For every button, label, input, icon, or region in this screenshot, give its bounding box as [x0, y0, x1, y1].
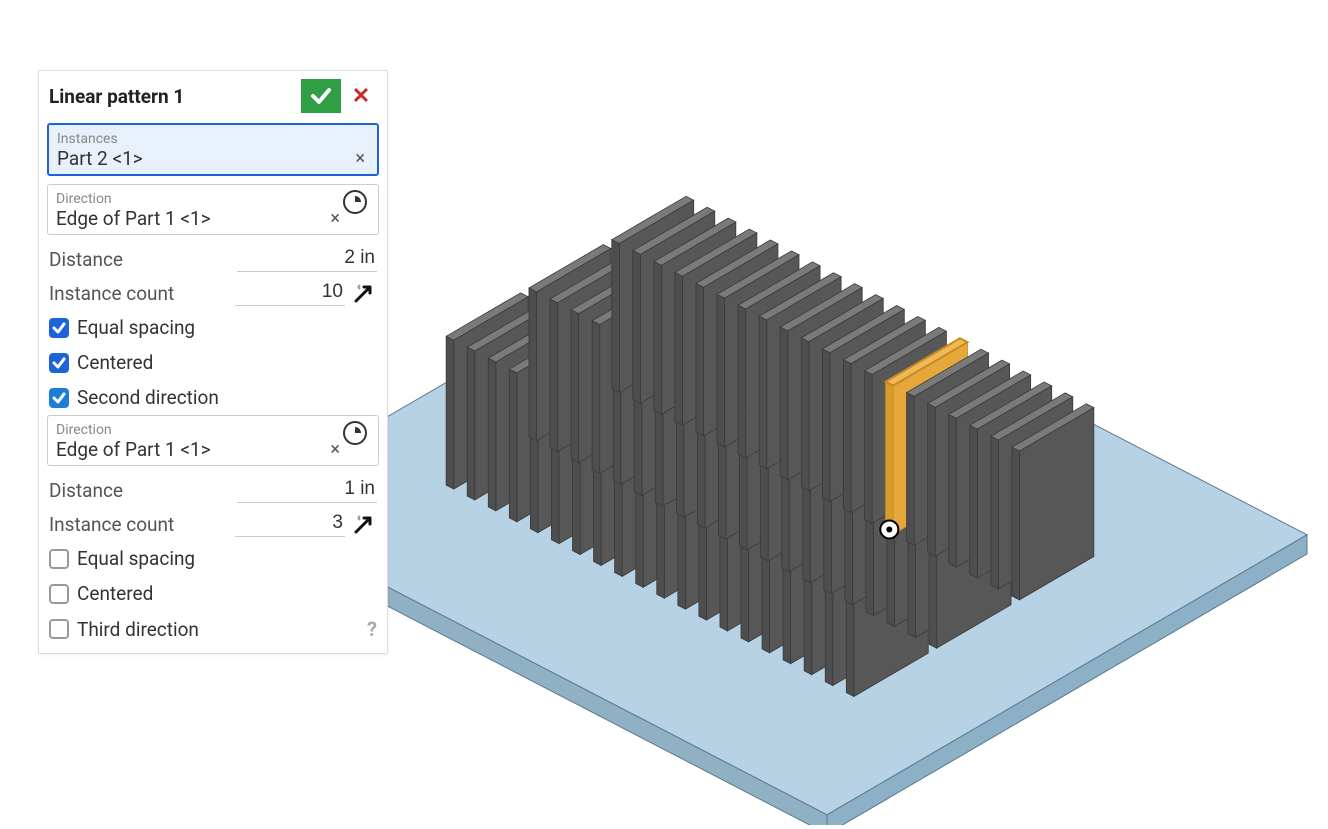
second-direction-row: Second direction	[39, 380, 387, 415]
distance1-row: Distance	[39, 243, 387, 276]
direction1-selection[interactable]: Direction Edge of Part 1 <1> ×	[47, 184, 379, 235]
centered2-label: Centered	[77, 582, 153, 605]
fin-face[interactable]	[509, 369, 517, 522]
model-scene	[233, 196, 1307, 825]
fin-face[interactable]	[612, 240, 620, 393]
instances-label: Instances	[57, 131, 369, 147]
fin-face[interactable]	[529, 288, 537, 441]
fin-face[interactable]	[801, 338, 809, 491]
fin-face[interactable]	[467, 347, 475, 500]
distance2-label: Distance	[49, 479, 123, 502]
instances-value: Part 2 <1>	[57, 147, 143, 170]
clear-instances-button[interactable]: ×	[351, 148, 369, 169]
centered1-label: Centered	[77, 351, 153, 374]
direction1-label: Direction	[56, 191, 344, 207]
distance2-row: Distance	[39, 474, 387, 507]
centered1-row: Centered	[39, 345, 387, 380]
clear-direction2-button[interactable]: ×	[326, 439, 344, 460]
fin-face[interactable]	[949, 414, 957, 567]
count2-label: Instance count	[49, 513, 174, 536]
fin-face[interactable]	[843, 360, 851, 513]
fin-face[interactable]	[886, 382, 894, 535]
second-direction-label: Second direction	[77, 386, 219, 409]
centered2-checkbox[interactable]	[49, 584, 69, 604]
count2-input[interactable]	[235, 512, 345, 537]
fin-face[interactable]	[696, 283, 704, 436]
centered2-row: Centered	[39, 576, 387, 611]
third-direction-checkbox[interactable]	[49, 619, 69, 639]
fin-face[interactable]	[1012, 447, 1020, 600]
count1-label: Instance count	[49, 282, 174, 305]
panel-title: Linear pattern 1	[49, 85, 184, 108]
fin-face[interactable]	[991, 436, 999, 589]
flip-direction2-button[interactable]	[351, 511, 377, 537]
fin-face[interactable]	[738, 305, 746, 458]
accept-button[interactable]	[301, 79, 341, 113]
equal-spacing1-row: Equal spacing	[39, 310, 387, 345]
count1-input[interactable]	[235, 281, 345, 306]
equal-spacing1-label: Equal spacing	[77, 316, 195, 339]
direction2-label: Direction	[56, 422, 344, 438]
fin-face[interactable]	[928, 404, 936, 557]
help-icon[interactable]: ?	[367, 617, 377, 641]
direction2-selection[interactable]: Direction Edge of Part 1 <1> ×	[47, 415, 379, 466]
fin-face[interactable]	[446, 336, 454, 489]
equal-spacing1-checkbox[interactable]	[49, 318, 69, 338]
distance1-label: Distance	[49, 248, 123, 271]
fin-face[interactable]	[675, 272, 683, 425]
linear-pattern-panel: Linear pattern 1 ✕ Instances Part 2 <1> …	[38, 70, 388, 654]
third-direction-label: Third direction	[77, 618, 199, 641]
mate-connector-button-2[interactable]	[343, 421, 367, 445]
clear-direction1-button[interactable]: ×	[326, 208, 344, 229]
fin-face[interactable]	[717, 294, 725, 447]
fin-face[interactable]	[780, 327, 788, 480]
second-direction-checkbox[interactable]	[49, 388, 69, 408]
fin-face[interactable]	[633, 251, 641, 404]
fin-face[interactable]	[550, 299, 558, 452]
mate-connector-button-1[interactable]	[343, 190, 367, 214]
fin-face[interactable]	[970, 425, 978, 578]
panel-header: Linear pattern 1 ✕	[39, 71, 387, 123]
direction2-value: Edge of Part 1 <1>	[56, 438, 211, 461]
cancel-button[interactable]: ✕	[347, 82, 375, 110]
count1-row: Instance count	[39, 276, 387, 310]
count2-row: Instance count	[39, 507, 387, 541]
fin-face[interactable]	[571, 310, 579, 463]
flip-direction1-button[interactable]	[351, 280, 377, 306]
drag-manipulator[interactable]	[880, 520, 898, 538]
instances-selection[interactable]: Instances Part 2 <1> ×	[47, 123, 379, 176]
fin-face[interactable]	[654, 262, 662, 415]
distance1-input[interactable]	[237, 247, 377, 272]
fin-face[interactable]	[592, 321, 600, 474]
direction1-value: Edge of Part 1 <1>	[56, 207, 211, 230]
equal-spacing2-checkbox[interactable]	[49, 549, 69, 569]
fin-face[interactable]	[864, 371, 872, 524]
third-direction-row: Third direction ?	[39, 611, 387, 647]
fin-face[interactable]	[488, 358, 496, 511]
centered1-checkbox[interactable]	[49, 353, 69, 373]
fin-face[interactable]	[822, 349, 830, 502]
fin-face[interactable]	[759, 316, 767, 469]
fin-face[interactable]	[907, 393, 915, 546]
distance2-input[interactable]	[237, 478, 377, 503]
equal-spacing2-row: Equal spacing	[39, 541, 387, 576]
equal-spacing2-label: Equal spacing	[77, 547, 195, 570]
